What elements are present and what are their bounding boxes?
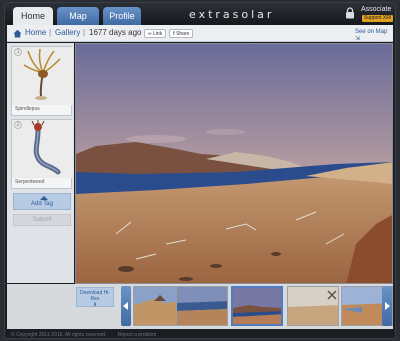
brand-logo[interactable]: extrasolar [189, 8, 274, 21]
arrow-up-icon [40, 196, 48, 200]
main-photo[interactable] [75, 43, 393, 284]
report-problem-link[interactable]: Report a problem [118, 332, 157, 338]
tag-number: 1 [14, 48, 22, 56]
thumbnail[interactable] [176, 286, 228, 326]
link-button[interactable]: ∞ Link [144, 29, 167, 38]
tag-caption: Spindlepus [15, 106, 40, 112]
thumbnail[interactable] [287, 286, 339, 326]
share-label: Share [176, 31, 190, 37]
tag-card-spindlepus[interactable]: 1 Spindlepus [11, 46, 73, 116]
spindlepus-image [12, 47, 73, 105]
gallery-strip: Download Hi-Res ⬇ [7, 284, 393, 329]
facebook-icon: f [173, 31, 175, 37]
tab-home[interactable]: Home [13, 7, 53, 25]
breadcrumb-separator: | [49, 28, 52, 37]
share-button[interactable]: f Share [169, 29, 194, 38]
tab-map[interactable]: Map [57, 7, 99, 25]
breadcrumb: Home | Gallery | 1677 days ago ∞ Link f … [7, 25, 393, 42]
download-hires-button[interactable]: Download Hi-Res ⬇ [76, 287, 114, 308]
photo-age: 1677 days ago [89, 28, 142, 37]
download-label: Download Hi-Res [79, 290, 110, 302]
tag-panel: 1 Spindlepus 2 Serpentweed Add Tag Submi… [7, 43, 74, 283]
link-icon: ∞ [148, 31, 152, 37]
add-tag-button[interactable]: Add Tag [13, 193, 71, 210]
thumbnail-image [288, 287, 338, 325]
thumbnail-image [177, 287, 227, 325]
submit-button[interactable]: Submit [13, 214, 71, 226]
download-icon: ⬇ [92, 302, 98, 308]
add-tag-label: Add Tag [31, 201, 53, 207]
thumbnail-image [233, 288, 281, 324]
tab-profile[interactable]: Profile [103, 7, 141, 25]
next-button[interactable] [382, 286, 392, 326]
support-button[interactable]: Support XRI [362, 15, 394, 22]
see-on-map-label: See on Map [355, 29, 388, 35]
serpentweed-image [12, 120, 73, 178]
account-level: Associate [361, 6, 392, 13]
copyright-text: © Copyright 2011-2016. All rights reserv… [11, 332, 107, 338]
footer: © Copyright 2011-2016. All rights reserv… [11, 332, 166, 338]
tag-caption: Serpentweed [15, 179, 45, 185]
breadcrumb-home[interactable]: Home [25, 28, 46, 37]
top-nav: Home Map Profile extrasolar Associate Su… [5, 3, 395, 25]
tag-number: 2 [14, 121, 22, 129]
breadcrumb-separator: | [83, 28, 86, 37]
breadcrumb-gallery[interactable]: Gallery [55, 28, 80, 37]
chevron-left-icon [123, 302, 128, 310]
app-frame: Home Map Profile extrasolar Associate Su… [4, 2, 396, 339]
home-icon [13, 29, 22, 38]
map-pin-icon: ⇲ [355, 36, 361, 42]
landscape-image [76, 44, 392, 283]
link-label: Link [152, 31, 163, 37]
previous-button[interactable] [121, 286, 131, 326]
thumbnail-selected[interactable] [231, 286, 283, 326]
chevron-right-icon [385, 302, 390, 310]
see-on-map-link[interactable]: See on Map ⇲ [355, 29, 393, 42]
lock-icon [346, 7, 354, 19]
tag-card-serpentweed[interactable]: 2 Serpentweed [11, 119, 73, 189]
